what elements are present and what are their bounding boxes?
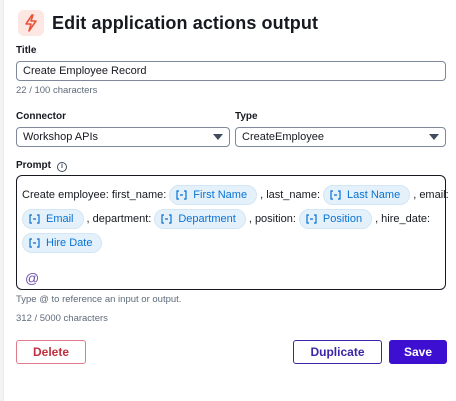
prompt-line-1: Create employee: first_name: First Name … — [22, 183, 449, 207]
variable-icon — [306, 214, 317, 224]
variable-icon — [161, 214, 172, 224]
title-input[interactable] — [16, 61, 446, 81]
prompt-line-3: Hire Date — [22, 231, 441, 255]
prompt-text: , hire_date: — [375, 213, 431, 225]
connector-value: Workshop APIs — [23, 131, 98, 143]
variable-icon — [176, 190, 187, 200]
variable-token[interactable]: Last Name — [323, 185, 411, 205]
info-icon[interactable]: i — [57, 162, 67, 172]
chevron-down-icon — [429, 134, 439, 140]
prompt-editor[interactable]: Create employee: first_name: First Name … — [16, 175, 449, 290]
variable-token[interactable]: Position — [298, 209, 373, 229]
variable-token[interactable]: Email — [22, 209, 84, 229]
chevron-down-icon — [213, 134, 223, 140]
variable-token[interactable]: First Name — [169, 185, 258, 205]
mention-at-icon[interactable]: @ — [25, 266, 39, 290]
prompt-label-row: Prompt i — [16, 160, 67, 172]
variable-token[interactable]: Department — [154, 209, 246, 229]
prompt-text: , department: — [86, 213, 152, 225]
page-title: Edit application actions output — [52, 12, 319, 33]
prompt-text: , position: — [248, 213, 296, 225]
prompt-hint: Type @ to reference an input or output. — [16, 294, 182, 305]
edit-panel: Edit application actions output Title 22… — [3, 0, 456, 401]
prompt-counter: 312 / 5000 characters — [16, 313, 108, 324]
type-value: CreateEmployee — [242, 131, 324, 143]
duplicate-button[interactable]: Duplicate — [293, 340, 382, 364]
prompt-label: Prompt — [16, 160, 51, 171]
prompt-text: , last_name: — [260, 189, 320, 201]
variable-icon — [29, 214, 40, 224]
connector-select[interactable]: Workshop APIs — [16, 127, 230, 147]
variable-icon — [330, 190, 341, 200]
title-counter: 22 / 100 characters — [16, 85, 98, 96]
panel-header: Edit application actions output — [18, 10, 318, 36]
lightning-icon — [18, 10, 44, 36]
delete-button[interactable]: Delete — [16, 340, 86, 364]
save-button[interactable]: Save — [389, 340, 447, 364]
prompt-text: Create employee: first_name: — [22, 189, 167, 201]
title-label: Title — [16, 45, 37, 56]
type-label: Type — [235, 111, 258, 122]
variable-token[interactable]: Hire Date — [22, 233, 103, 253]
type-select[interactable]: CreateEmployee — [235, 127, 446, 147]
prompt-text: , email: — [413, 189, 449, 201]
prompt-line-2: Email , department: Department , positio… — [22, 207, 441, 231]
variable-icon — [29, 238, 40, 248]
connector-label: Connector — [16, 111, 66, 122]
